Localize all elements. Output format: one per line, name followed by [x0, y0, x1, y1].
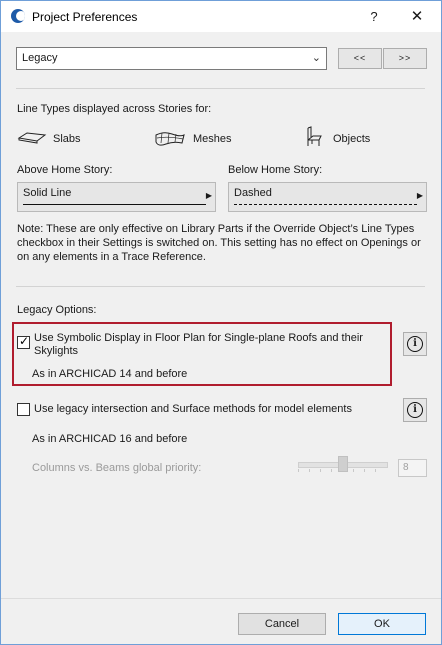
- symbolic-display-subtext: As in ARCHICAD 14 and before: [32, 368, 188, 380]
- solid-line-preview: [23, 204, 206, 205]
- play-arrow-icon: ▶: [205, 191, 212, 200]
- chevron-down-icon: ⌄: [311, 52, 321, 64]
- info-icon: i: [407, 336, 423, 352]
- legacy-intersection-subtext: As in ARCHICAD 16 and before: [32, 433, 188, 445]
- next-preset-button[interactable]: >>: [383, 48, 427, 69]
- help-button[interactable]: ?: [364, 7, 384, 27]
- objects-label: Objects: [333, 133, 371, 145]
- archicad-logo-icon: [11, 9, 25, 23]
- slabs-label: Slabs: [53, 133, 81, 145]
- info-icon: i: [407, 402, 423, 418]
- below-home-story-line-dropdown[interactable]: Dashed ▶: [228, 182, 427, 212]
- above-line-value: Solid Line: [23, 187, 72, 199]
- cancel-button[interactable]: Cancel: [238, 613, 326, 635]
- footer-divider: [1, 598, 441, 599]
- line-types-note: Note: These are only effective on Librar…: [17, 223, 421, 263]
- symbolic-display-label: Use Symbolic Display in Floor Plan for S…: [34, 332, 363, 357]
- symbolic-display-checkbox[interactable]: ✓: [17, 334, 30, 349]
- preset-dropdown[interactable]: Legacy ⌄: [16, 47, 327, 70]
- priority-value-field: 8: [398, 459, 427, 477]
- title-bar: Project Preferences ? ✕: [1, 1, 441, 32]
- dashed-line-preview: [234, 204, 417, 205]
- divider: [16, 286, 425, 287]
- below-home-story-label: Below Home Story:: [228, 164, 323, 176]
- below-line-value: Dashed: [234, 187, 272, 199]
- legacy-options-heading: Legacy Options:: [17, 304, 97, 316]
- priority-value: 8: [403, 462, 409, 473]
- chair-icon: [307, 126, 322, 146]
- slab-icon: [17, 132, 47, 144]
- line-types-heading: Line Types displayed across Stories for:: [17, 103, 212, 115]
- legacy-intersection-label: Use legacy intersection and Surface meth…: [34, 403, 352, 415]
- project-preferences-window: Project Preferences ? ✕ Legacy ⌄ << >> L…: [0, 0, 442, 645]
- legacy-intersection-info-button[interactable]: i: [403, 398, 427, 422]
- close-button[interactable]: ✕: [407, 7, 427, 27]
- legacy-intersection-checkbox[interactable]: [17, 403, 30, 416]
- above-home-story-label: Above Home Story:: [17, 164, 113, 176]
- symbolic-display-info-button[interactable]: i: [403, 332, 427, 356]
- divider: [16, 88, 425, 89]
- above-home-story-line-dropdown[interactable]: Solid Line ▶: [17, 182, 216, 212]
- checkmark-icon: ✓: [19, 334, 30, 348]
- play-arrow-icon: ▶: [416, 191, 423, 200]
- mesh-icon: [155, 132, 185, 146]
- priority-label: Columns vs. Beams global priority:: [32, 462, 202, 474]
- meshes-label: Meshes: [193, 133, 232, 145]
- ok-button[interactable]: OK: [338, 613, 426, 635]
- window-title: Project Preferences: [32, 10, 138, 24]
- preset-value: Legacy: [22, 52, 58, 64]
- priority-slider-thumb: [338, 456, 348, 472]
- previous-preset-button[interactable]: <<: [338, 48, 382, 69]
